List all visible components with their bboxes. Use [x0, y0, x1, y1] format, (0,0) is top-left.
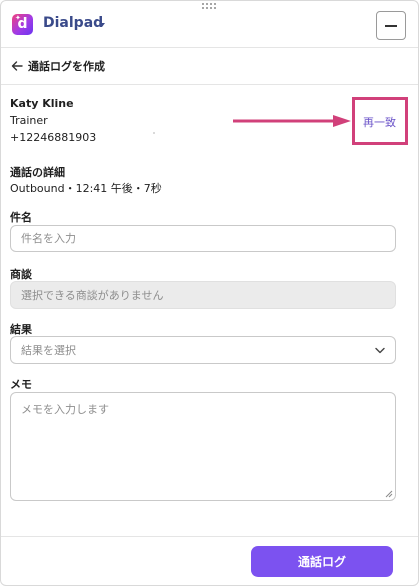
- page-title: 通話ログを作成: [28, 60, 105, 73]
- deal-label: 商談: [10, 268, 32, 281]
- dialpad-panel: ✦ d Dialpad 通話ログを作成 Katy Kline Trainer +1…: [0, 0, 419, 586]
- separator-dot: [153, 132, 155, 134]
- deal-placeholder: 選択できる商談がありません: [21, 289, 164, 302]
- chevron-down-icon: [375, 347, 385, 354]
- deal-select: 選択できる商談がありません: [10, 281, 396, 309]
- caret-down-icon[interactable]: [99, 23, 105, 27]
- contact-role: Trainer: [10, 114, 48, 127]
- call-details-label: 通話の詳細: [10, 166, 65, 179]
- create-call-log-button[interactable]: 通話ログ: [251, 546, 393, 577]
- dialpad-logo-icon: ✦ d: [12, 14, 33, 35]
- brand-name[interactable]: Dialpad: [43, 15, 103, 31]
- minimize-button[interactable]: [376, 11, 406, 40]
- contact-name: Katy Kline: [10, 97, 74, 110]
- resize-grip-icon[interactable]: [385, 490, 393, 498]
- top-bar: ✦ d Dialpad: [1, 1, 418, 48]
- outcome-label: 結果: [10, 323, 32, 336]
- call-details-text: Outbound・12:41 午後・7秒: [10, 182, 162, 195]
- contact-phone: +12246881903: [10, 131, 97, 144]
- page-header: 通話ログを作成: [1, 48, 418, 85]
- outcome-placeholder: 結果を選択: [21, 344, 76, 357]
- back-arrow-icon[interactable]: [10, 59, 24, 73]
- annotation-arrow-icon: [233, 115, 351, 127]
- memo-textarea[interactable]: [10, 392, 396, 501]
- subject-label: 件名: [10, 211, 32, 224]
- rematch-link[interactable]: 再一致: [363, 114, 396, 130]
- memo-label: メモ: [10, 378, 32, 391]
- outcome-select[interactable]: 結果を選択: [10, 336, 396, 364]
- subject-input[interactable]: [10, 225, 396, 252]
